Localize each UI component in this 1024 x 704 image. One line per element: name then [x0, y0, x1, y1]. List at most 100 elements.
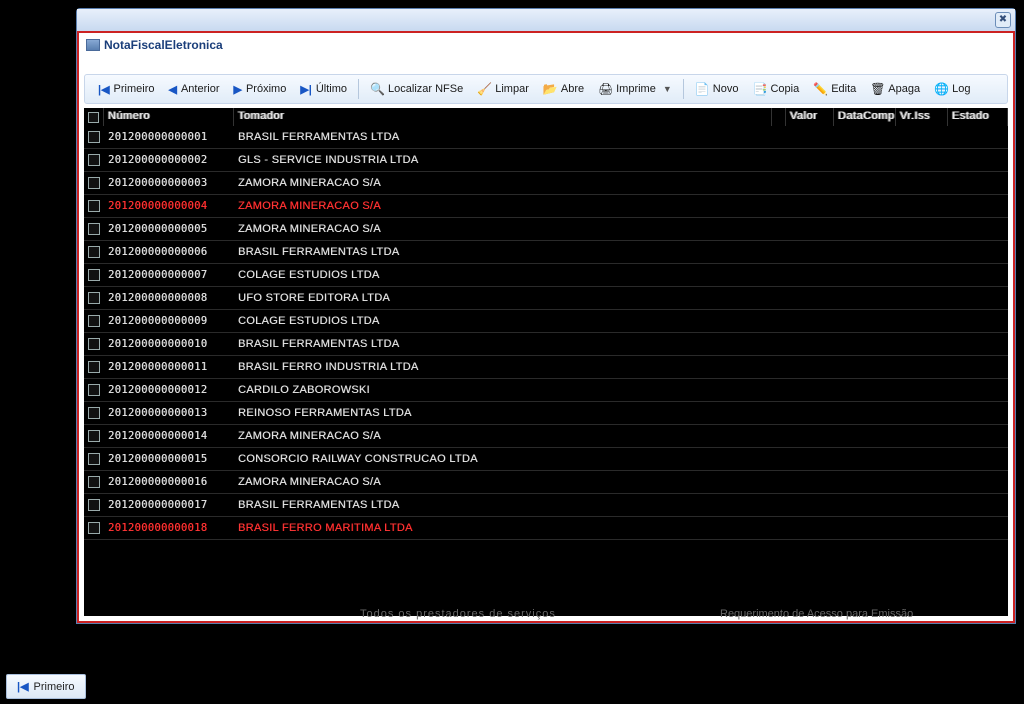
cell-tomador: ZAMORA MINERACAO S/A [234, 223, 772, 235]
first-label: Primeiro [114, 83, 155, 95]
col-numero[interactable]: Número [104, 108, 234, 126]
toolbar-sep [358, 79, 359, 99]
copy-icon [752, 82, 766, 96]
row-select[interactable] [84, 384, 104, 396]
cell-tomador: BRASIL FERRAMENTAS LTDA [234, 246, 772, 258]
col-tomador[interactable]: Tomador [234, 108, 772, 126]
row-select[interactable] [84, 200, 104, 212]
app-window: ✖ NotaFiscalEletronica |◀ Primeiro ◀ Ant… [76, 8, 1016, 624]
row-select[interactable] [84, 223, 104, 235]
col-select[interactable] [84, 108, 104, 126]
col-valor[interactable]: Valor [786, 108, 834, 126]
row-select[interactable] [84, 269, 104, 281]
row-select[interactable] [84, 154, 104, 166]
cell-tomador: BRASIL FERRO INDUSTRIA LTDA [234, 361, 772, 373]
table-row[interactable]: 201200000000010BRASIL FERRAMENTAS LTDA [84, 333, 1008, 356]
table-row[interactable]: 201200000000003ZAMORA MINERACAO S/A [84, 172, 1008, 195]
copy-button[interactable]: Copia [745, 79, 806, 99]
table-row[interactable]: 201200000000015CONSORCIO RAILWAY CONSTRU… [84, 448, 1008, 471]
table-row[interactable]: 201200000000013REINOSO FERRAMENTAS LTDA [84, 402, 1008, 425]
table-row[interactable]: 201200000000008UFO STORE EDITORA LTDA [84, 287, 1008, 310]
outer-titlebar: ✖ [77, 9, 1015, 31]
broom-icon [477, 82, 491, 96]
next-icon: ▶ [234, 83, 242, 96]
footer-text-a: Todos os prestadores de serviços [360, 608, 556, 620]
table-row[interactable]: 201200000000005ZAMORA MINERACAO S/A [84, 218, 1008, 241]
row-select[interactable] [84, 131, 104, 143]
row-select[interactable] [84, 292, 104, 304]
col-datacomp[interactable]: DataComp [834, 108, 896, 126]
previous-icon: ◀ [169, 83, 177, 96]
inner-title: NotaFiscalEletronica [104, 38, 223, 52]
col-blank[interactable] [772, 108, 786, 126]
row-select[interactable] [84, 476, 104, 488]
cell-numero: 201200000000006 [104, 246, 234, 258]
row-select[interactable] [84, 407, 104, 419]
cell-numero: 201200000000018 [104, 522, 234, 534]
cell-tomador: COLAGE ESTUDIOS LTDA [234, 315, 772, 327]
cell-tomador: BRASIL FERRO MARITIMA LTDA [234, 522, 772, 534]
print-button[interactable]: Imprime ▼ [591, 79, 679, 99]
new-icon [695, 82, 709, 96]
row-select[interactable] [84, 499, 104, 511]
row-select[interactable] [84, 315, 104, 327]
table-row[interactable]: 201200000000009COLAGE ESTUDIOS LTDA [84, 310, 1008, 333]
last-button[interactable]: ▶| Último [293, 80, 354, 99]
table-row[interactable]: 201200000000011BRASIL FERRO INDUSTRIA LT… [84, 356, 1008, 379]
table-row[interactable]: 201200000000006BRASIL FERRAMENTAS LTDA [84, 241, 1008, 264]
log-icon [934, 82, 948, 96]
last-label: Último [316, 83, 347, 95]
table-row[interactable]: 201200000000002GLS - SERVICE INDUSTRIA L… [84, 149, 1008, 172]
row-select[interactable] [84, 177, 104, 189]
previous-button[interactable]: ◀ Anterior [162, 80, 227, 99]
row-select[interactable] [84, 453, 104, 465]
table-row[interactable]: 201200000000016ZAMORA MINERACAO S/A [84, 471, 1008, 494]
table-row[interactable]: 201200000000004ZAMORA MINERACAO S/A [84, 195, 1008, 218]
standalone-first-button[interactable]: |◀ Primeiro [6, 674, 86, 699]
delete-button[interactable]: Apaga [863, 79, 927, 99]
inner-window: NotaFiscalEletronica |◀ Primeiro ◀ Anter… [77, 31, 1015, 623]
next-button[interactable]: ▶ Próximo [227, 80, 294, 99]
row-select[interactable] [84, 522, 104, 534]
grid-body: 201200000000001BRASIL FERRAMENTAS LTDA20… [84, 126, 1008, 540]
clear-button[interactable]: Limpar [470, 79, 536, 99]
find-nfse-button[interactable]: Localizar NFSe [363, 79, 470, 99]
delete-icon [870, 82, 884, 96]
cell-numero: 201200000000012 [104, 384, 234, 396]
cell-numero: 201200000000015 [104, 453, 234, 465]
open-button[interactable]: Abre [536, 79, 591, 99]
data-grid: Número Tomador Valor DataComp Vr.Iss Est… [84, 108, 1008, 616]
previous-label: Anterior [181, 83, 220, 95]
cell-numero: 201200000000004 [104, 200, 234, 212]
table-row[interactable]: 201200000000012CARDILO ZABOROWSKI [84, 379, 1008, 402]
cell-numero: 201200000000011 [104, 361, 234, 373]
table-row[interactable]: 201200000000001BRASIL FERRAMENTAS LTDA [84, 126, 1008, 149]
grid-header: Número Tomador Valor DataComp Vr.Iss Est… [84, 108, 1008, 126]
print-icon [598, 82, 612, 96]
edit-icon [813, 82, 827, 96]
table-row[interactable]: 201200000000017BRASIL FERRAMENTAS LTDA [84, 494, 1008, 517]
cell-tomador: BRASIL FERRAMENTAS LTDA [234, 499, 772, 511]
log-button[interactable]: Log [927, 79, 977, 99]
table-row[interactable]: 201200000000018BRASIL FERRO MARITIMA LTD… [84, 517, 1008, 540]
row-select[interactable] [84, 246, 104, 258]
table-row[interactable]: 201200000000014ZAMORA MINERACAO S/A [84, 425, 1008, 448]
table-row[interactable]: 201200000000007COLAGE ESTUDIOS LTDA [84, 264, 1008, 287]
new-button[interactable]: Novo [688, 79, 746, 99]
cell-numero: 201200000000002 [104, 154, 234, 166]
cell-tomador: ZAMORA MINERACAO S/A [234, 430, 772, 442]
first-button[interactable]: |◀ Primeiro [91, 80, 162, 99]
dropdown-icon: ▼ [663, 84, 672, 94]
col-vriss[interactable]: Vr.Iss [896, 108, 948, 126]
row-select[interactable] [84, 338, 104, 350]
copy-label: Copia [770, 83, 799, 95]
cell-numero: 201200000000010 [104, 338, 234, 350]
row-select[interactable] [84, 430, 104, 442]
col-estado[interactable]: Estado [948, 108, 1008, 126]
close-button[interactable]: ✖ [995, 12, 1011, 28]
cell-numero: 201200000000008 [104, 292, 234, 304]
edit-button[interactable]: Edita [806, 79, 863, 99]
row-select[interactable] [84, 361, 104, 373]
toolbar-sep [683, 79, 684, 99]
cell-numero: 201200000000014 [104, 430, 234, 442]
